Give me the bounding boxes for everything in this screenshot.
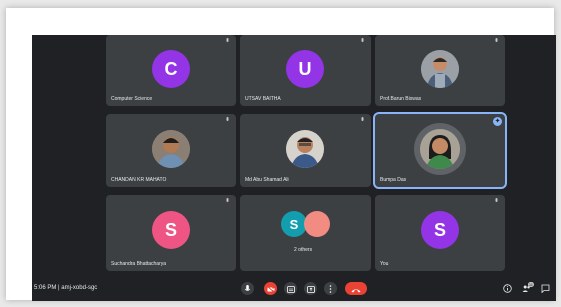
- avatar: C: [152, 50, 190, 88]
- participant-name: Suchandra Bhattacharya: [111, 261, 167, 267]
- captions-icon: [286, 280, 295, 298]
- participant-name: UTSAV BAITHA: [245, 96, 281, 102]
- mic-muted-icon: [225, 117, 230, 123]
- separator: |: [58, 285, 60, 291]
- mic-muted-icon: [494, 38, 499, 44]
- avatar: S: [421, 211, 459, 249]
- mic-button[interactable]: [241, 282, 254, 295]
- profile-photo: [152, 130, 190, 168]
- screenshot-frame: C Computer Science U UTSAV BAITHA Prof.B…: [6, 8, 556, 301]
- participant-tile-suchandra-bhattacharya[interactable]: S Suchandra Bhattacharya: [106, 195, 236, 271]
- meeting-info: 5:06 PM | amj-xobd-sgc: [34, 285, 97, 291]
- end-call-icon: [351, 280, 361, 298]
- mic-muted-icon: [360, 117, 365, 123]
- participant-tile-2-others[interactable]: S 2 others: [240, 195, 371, 271]
- mic-muted-icon: [225, 38, 230, 44]
- mic-icon: [244, 280, 251, 298]
- mic-muted-icon: [360, 38, 365, 44]
- participant-name: Md Abu Shamad Ali: [245, 177, 289, 183]
- camera-button[interactable]: [264, 282, 277, 295]
- profile-photo: [420, 129, 460, 169]
- others-count-label: 2 others: [294, 247, 313, 253]
- avatar-photo: [304, 211, 330, 237]
- present-button[interactable]: [304, 282, 317, 295]
- mic-muted-icon: [225, 198, 230, 204]
- participant-name: Computer Science: [111, 96, 153, 102]
- people-button[interactable]: 11: [522, 282, 534, 293]
- participant-tile-md-abu-shamad-ali[interactable]: Md Abu Shamad Ali: [240, 114, 371, 187]
- captions-button[interactable]: [284, 282, 297, 295]
- end-call-button[interactable]: [345, 282, 367, 295]
- profile-photo: [286, 130, 324, 168]
- bottom-control-bar: 5:06 PM | amj-xobd-sgc 11: [32, 278, 556, 301]
- clock-time: 5:06 PM: [34, 285, 57, 291]
- camera-off-icon: [266, 280, 275, 298]
- participant-name: Prof.Barun Biswas: [380, 96, 422, 102]
- participant-tile-prof-barun-biswas[interactable]: Prof.Barun Biswas: [375, 35, 505, 106]
- avatar: U: [286, 50, 324, 88]
- participant-tile-computer-science[interactable]: C Computer Science: [106, 35, 236, 106]
- people-count-badge: 11: [527, 282, 534, 287]
- participant-tile-chandan-kr-mahato[interactable]: CHANDAN KR MAHATO: [106, 114, 236, 187]
- meeting-code[interactable]: amj-xobd-sgc: [61, 285, 97, 291]
- meet-window: C Computer Science U UTSAV BAITHA Prof.B…: [32, 35, 556, 301]
- participant-name: You: [380, 261, 389, 267]
- participant-tile-you[interactable]: S You: [375, 195, 505, 271]
- participant-tile-bumpa-das[interactable]: ✦ Bumpa Das: [373, 112, 507, 189]
- meeting-details-button[interactable]: [503, 283, 512, 293]
- chat-button[interactable]: [541, 284, 550, 293]
- present-icon: [306, 280, 315, 298]
- avatar: S: [152, 211, 190, 249]
- pin-icon[interactable]: ✦: [493, 117, 502, 126]
- profile-photo: [421, 50, 459, 88]
- more-options-button[interactable]: [324, 282, 337, 295]
- info-icon: [503, 280, 512, 298]
- participant-tile-utsav-baitha[interactable]: U UTSAV BAITHA: [240, 35, 371, 106]
- more-options-icon: [329, 280, 332, 298]
- participant-name: CHANDAN KR MAHATO: [111, 177, 167, 183]
- chat-icon: [541, 280, 550, 298]
- participant-name: Bumpa Das: [380, 177, 407, 183]
- mic-muted-icon: [494, 198, 499, 204]
